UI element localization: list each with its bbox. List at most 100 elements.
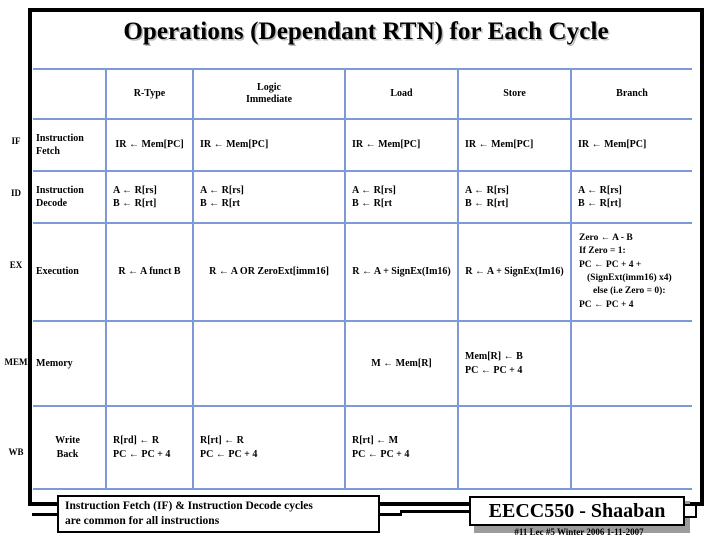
cell-if-rtype: IR ← Mem[PC] (105, 118, 194, 172)
table-row-wb: Write Back R[rd] ← R PC ← PC + 4 R[rt] ←… (33, 405, 692, 490)
header-cell-rtype: R-Type (105, 68, 194, 120)
cell-ex-load: R ← A + SignEx(Im16) (344, 222, 459, 322)
rtn-line: PC ← PC + 4 (579, 299, 634, 310)
cell-if-branch: IR ← Mem[PC] (570, 118, 692, 172)
rtn-line: IR ← Mem[PC] (200, 139, 269, 151)
cell-wb-branch (570, 405, 692, 490)
cell-wb-logic-immediate: R[rt] ← R PC ← PC + 4 (192, 405, 346, 490)
rtn-line: M ← Mem[R] (371, 357, 432, 369)
rtn-operations-table: R-Type Logic Immediate Load Store Branch… (33, 68, 692, 490)
cell-ex-logic-immediate: R ← A OR ZeroExt[imm16] (192, 222, 346, 322)
rtn-line: IR ← Mem[PC] (352, 139, 421, 151)
rtn-line: A ← R[rs] (200, 184, 244, 196)
stage-tag-if: IF (11, 136, 21, 146)
rtn-line: R ← A OR ZeroExt[imm16] (209, 266, 329, 278)
branch-ex-block: Zero ← A - B If Zero = 1: PC ← PC + 4 + … (575, 232, 689, 313)
stage-tag-wb: WB (8, 447, 24, 457)
stage-name-wb: Write Back (33, 405, 107, 490)
table-row-id: Instruction Decode A ← R[rs] B ← R[rt] A… (33, 170, 692, 224)
rtn-line: else (i.e Zero = 0): (593, 286, 666, 297)
cell-if-logic-immediate: IR ← Mem[PC] (192, 118, 346, 172)
rtn-line: PC ← PC + 4 (113, 448, 171, 460)
rtn-line: IR ← Mem[PC] (465, 139, 534, 151)
stage-tag-id: ID (10, 188, 21, 198)
stage-if-line1: Instruction (36, 132, 84, 144)
rtn-line: (SignExt(imm16) x4) (587, 273, 672, 283)
rtn-line: PC ← PC + 4 (465, 364, 523, 376)
stage-name-id: Instruction Decode (33, 170, 107, 224)
rtn-line: IR ← Mem[PC] (578, 139, 647, 151)
header-cell-store: Store (457, 68, 572, 120)
cell-id-logic-immediate: A ← R[rs] B ← R[rt (192, 170, 346, 224)
rtn-line: R ← A funct B (118, 266, 181, 278)
rtn-line: If Zero = 1: (579, 246, 626, 257)
brand-box: EECC550 - Shaaban (469, 496, 685, 526)
cell-if-load: IR ← Mem[PC] (344, 118, 459, 172)
header-logic-line2: Immediate (245, 94, 293, 105)
callout-note-text: Instruction Fetch (IF) & Instruction Dec… (65, 499, 313, 529)
stage-id-line1: Instruction (36, 184, 84, 196)
brand-connector-line (400, 510, 470, 513)
rtn-line: R[rt] ← R (200, 435, 244, 446)
stage-if-line2: Fetch (36, 146, 60, 157)
cell-wb-rtype: R[rd] ← R PC ← PC + 4 (105, 405, 194, 490)
header-cell-blank (33, 68, 107, 120)
stage-tag-ex: EX (9, 260, 23, 270)
rtn-line: B ← R[rt] (578, 198, 622, 209)
rtn-line: R ← A + SignEx(Im16) (352, 266, 451, 278)
table-row-if: Instruction Fetch IR ← Mem[PC] IR ← Mem[… (33, 118, 692, 172)
cell-wb-store (457, 405, 572, 490)
stage-wb-line2: Back (56, 448, 79, 460)
header-cell-logic-immediate: Logic Immediate (192, 68, 346, 120)
table-header-row: R-Type Logic Immediate Load Store Branch (33, 68, 692, 120)
rtn-line: R ← A + SignEx(Im16) (465, 266, 564, 278)
stage-mem-line1: Memory (36, 357, 73, 369)
rtn-line: A ← R[rs] (352, 184, 396, 196)
cell-ex-rtype: R ← A funct B (105, 222, 194, 322)
rtn-line: Mem[R] ← B (465, 351, 523, 362)
table-row-mem: Memory M ← Mem[R] Mem[R] ← B PC ← PC + 4 (33, 320, 692, 407)
cell-ex-store: R ← A + SignEx(Im16) (457, 222, 572, 322)
cell-ex-branch: Zero ← A - B If Zero = 1: PC ← PC + 4 + … (570, 222, 692, 322)
cell-wb-load: R[rt] ← M PC ← PC + 4 (344, 405, 459, 490)
rtn-line: PC ← PC + 4 + (579, 259, 642, 270)
slide-canvas: Operations (Dependant RTN) for Each Cycl… (0, 0, 720, 540)
stage-name-if: Instruction Fetch (33, 118, 107, 172)
cell-mem-rtype (105, 320, 194, 407)
cell-mem-load: M ← Mem[R] (344, 320, 459, 407)
callout-note-line1: Instruction Fetch (IF) & Instruction Dec… (65, 500, 313, 513)
cell-id-rtype: A ← R[rs] B ← R[rt] (105, 170, 194, 224)
cell-mem-logic-immediate (192, 320, 346, 407)
header-cell-load: Load (344, 68, 459, 120)
rtn-line: B ← R[rt] (465, 198, 509, 209)
cell-mem-branch (570, 320, 692, 407)
rtn-line: PC ← PC + 4 (200, 448, 258, 460)
rtn-line: A ← R[rs] (465, 184, 509, 196)
header-logic-line1: Logic (257, 82, 281, 93)
cell-if-store: IR ← Mem[PC] (457, 118, 572, 172)
cell-id-branch: A ← R[rs] B ← R[rt] (570, 170, 692, 224)
rtn-line: A ← R[rs] (578, 184, 622, 196)
cell-id-store: A ← R[rs] B ← R[rt] (457, 170, 572, 224)
table-row-ex: Execution R ← A funct B R ← A OR ZeroExt… (33, 222, 692, 322)
stage-tag-mem: MEM (4, 357, 28, 367)
note-connector-left (32, 513, 58, 516)
rtn-line: R[rd] ← R (113, 435, 160, 446)
callout-note-line2: are common for all instructions (65, 515, 220, 527)
page-title: Operations (Dependant RTN) for Each Cycl… (123, 18, 609, 45)
cell-id-load: A ← R[rs] B ← R[rt (344, 170, 459, 224)
rtn-line: B ← R[rt (200, 198, 240, 209)
brand-label: EECC550 - Shaaban (488, 499, 666, 522)
note-connector-right (378, 513, 402, 516)
rtn-line: B ← R[rt] (113, 198, 157, 209)
rtn-line: Zero ← A - B (579, 232, 633, 243)
stage-name-ex: Execution (33, 222, 107, 322)
callout-note: Instruction Fetch (IF) & Instruction Dec… (57, 495, 380, 533)
stage-wb-line1: Write (55, 435, 80, 446)
brand-box-tab (685, 504, 697, 518)
footer-meta: #11 Lec #5 Winter 2006 1-11-2007 (514, 527, 644, 537)
stage-ex-line1: Execution (36, 266, 79, 278)
stage-name-mem: Memory (33, 320, 107, 407)
rtn-line: R[rt] ← M (352, 435, 399, 446)
rtn-line: IR ← Mem[PC] (115, 139, 184, 151)
